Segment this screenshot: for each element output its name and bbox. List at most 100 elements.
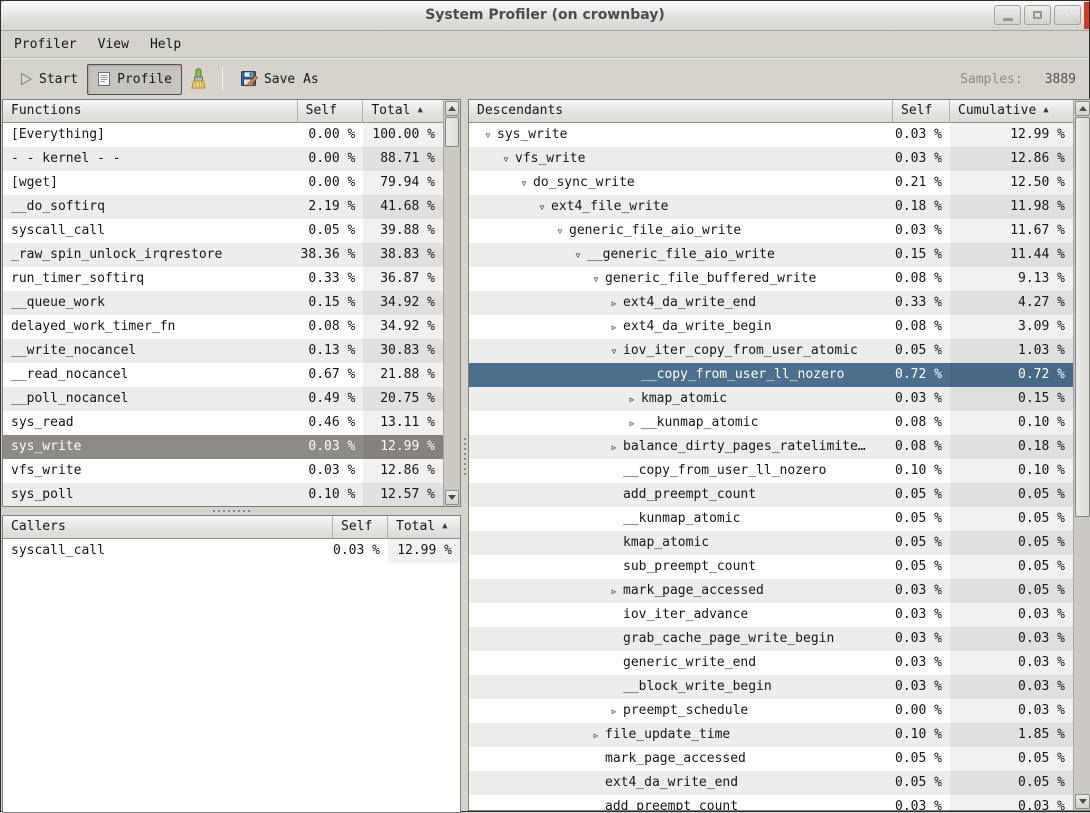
descendants-tree-row[interactable]: ▹mark_page_accessed0.03 %0.05 %	[469, 579, 1073, 603]
start-button[interactable]: Start	[10, 64, 87, 95]
descendants-tree-row[interactable]: kmap_atomic0.05 %0.05 %	[469, 531, 1073, 555]
expander-open-icon[interactable]: ▿	[515, 175, 533, 191]
descendants-tree-row[interactable]: generic_write_end0.03 %0.03 %	[469, 651, 1073, 675]
descendants-tree-row[interactable]: ▹ext4_da_write_begin0.08 %3.09 %	[469, 315, 1073, 339]
expander-collapsed-icon[interactable]: ▹	[605, 319, 623, 335]
expander-collapsed-icon[interactable]: ▹	[587, 727, 605, 743]
descendants-tree-row[interactable]: __kunmap_atomic0.05 %0.05 %	[469, 507, 1073, 531]
descendants-tree-row[interactable]: ▿generic_file_buffered_write0.08 %9.13 %	[469, 267, 1073, 291]
reset-brush-button[interactable]	[182, 64, 214, 95]
functions-table-row[interactable]: run_timer_softirq0.33 %36.87 %	[3, 267, 443, 291]
descendants-tree-row[interactable]: __copy_from_user_ll_nozero0.10 %0.10 %	[469, 459, 1073, 483]
minimize-button[interactable]	[994, 5, 1021, 25]
scroll-up-button[interactable]	[445, 101, 459, 116]
descendants-tree-row[interactable]: ▿sys_write0.03 %12.99 %	[469, 123, 1073, 147]
expander-open-icon[interactable]: ▿	[533, 199, 551, 215]
expander-collapsed-icon[interactable]: ▹	[605, 295, 623, 311]
descendant-name-cell: ▹file_update_time	[469, 723, 893, 747]
menu-profiler[interactable]: Profiler	[14, 37, 77, 52]
functions-table-row[interactable]: syscall_call0.05 %39.88 %	[3, 219, 443, 243]
toolbar-separator	[222, 67, 223, 91]
descendants-tree-row[interactable]: ▿generic_file_aio_write0.03 %11.67 %	[469, 219, 1073, 243]
functions-table-row[interactable]: __queue_work0.15 %34.92 %	[3, 291, 443, 315]
menu-view[interactable]: View	[98, 37, 129, 52]
menu-help[interactable]: Help	[150, 37, 181, 52]
functions-table-row[interactable]: vfs_write0.03 %12.86 %	[3, 459, 443, 483]
save-as-button[interactable]: Save As	[231, 64, 328, 95]
functions-vertical-scrollbar[interactable]	[443, 100, 460, 506]
descendants-tree-row[interactable]: ext4_da_write_end0.05 %0.05 %	[469, 771, 1073, 795]
scroll-up-button[interactable]	[1075, 101, 1090, 116]
functions-table-row[interactable]: sys_write0.03 %12.99 %	[3, 435, 443, 459]
expander-open-icon[interactable]: ▿	[587, 271, 605, 287]
function-name-label: ext4_da_write_end	[605, 775, 738, 790]
descendants-tree-row[interactable]: ▹preempt_schedule0.00 %0.03 %	[469, 699, 1073, 723]
function-name-label: mark_page_accessed	[605, 751, 746, 766]
expander-open-icon[interactable]: ▿	[551, 223, 569, 239]
descendants-tree-row[interactable]: ▿ext4_file_write0.18 %11.98 %	[469, 195, 1073, 219]
descendant-name-cell: ▹preempt_schedule	[469, 699, 893, 723]
descendants-tree-row[interactable]: ▹__kunmap_atomic0.08 %0.10 %	[469, 411, 1073, 435]
functions-column-header[interactable]: Functions	[3, 100, 298, 123]
descendants-tree-row[interactable]: ▿__generic_file_aio_write0.15 %11.44 %	[469, 243, 1073, 267]
descendants-tree-row[interactable]: add_preempt_count0.03 %0.03 %	[469, 795, 1073, 810]
callers-total-column-header[interactable]: Total▲	[388, 516, 460, 539]
callers-column-header[interactable]: Callers	[3, 516, 333, 539]
expander-open-icon[interactable]: ▿	[497, 151, 515, 167]
functions-total-column-header[interactable]: Total▲	[363, 100, 443, 123]
functions-table-row[interactable]: __write_nocancel0.13 %30.83 %	[3, 339, 443, 363]
expander-open-icon[interactable]: ▿	[569, 247, 587, 263]
horizontal-pane-splitter[interactable]	[2, 507, 461, 515]
descendants-tree-row[interactable]: __copy_from_user_ll_nozero0.72 %0.72 %	[469, 363, 1073, 387]
expander-open-icon[interactable]: ▿	[479, 127, 497, 143]
self-percent-cell: 0.08 %	[893, 267, 950, 291]
cumulative-percent-cell: 0.03 %	[950, 699, 1073, 723]
functions-table-row[interactable]: __read_nocancel0.67 %21.88 %	[3, 363, 443, 387]
titlebar[interactable]: System Profiler (on crownbay) ✕	[1, 1, 1089, 31]
descendants-tree-row[interactable]: mark_page_accessed0.05 %0.05 %	[469, 747, 1073, 771]
expander-collapsed-icon[interactable]: ▹	[623, 391, 641, 407]
functions-table-row[interactable]: [wget]0.00 %79.94 %	[3, 171, 443, 195]
functions-table-row[interactable]: sys_poll0.10 %12.57 %	[3, 483, 443, 506]
scroll-down-button[interactable]	[1075, 794, 1090, 809]
descendants-tree-row[interactable]: add_preempt_count0.05 %0.05 %	[469, 483, 1073, 507]
functions-table-row[interactable]: sys_read0.46 %13.11 %	[3, 411, 443, 435]
expander-collapsed-icon[interactable]: ▹	[623, 415, 641, 431]
descendants-vertical-scrollbar[interactable]	[1073, 100, 1090, 810]
self-percent-cell: 0.21 %	[893, 171, 950, 195]
descendants-self-column-header[interactable]: Self	[893, 100, 950, 123]
maximize-button[interactable]	[1024, 5, 1051, 25]
functions-table-row[interactable]: [Everything]0.00 %100.00 %	[3, 123, 443, 147]
callers-self-column-header[interactable]: Self	[333, 516, 388, 539]
descendants-cumulative-column-header[interactable]: Cumulative▲	[950, 100, 1073, 123]
descendants-tree-row[interactable]: ▿vfs_write0.03 %12.86 %	[469, 147, 1073, 171]
expander-open-icon[interactable]: ▿	[605, 343, 623, 359]
functions-table-row[interactable]: __do_softirq2.19 %41.68 %	[3, 195, 443, 219]
callers-table-row[interactable]: syscall_call0.03 %12.99 %	[3, 539, 460, 563]
descendants-tree-row[interactable]: iov_iter_advance0.03 %0.03 %	[469, 603, 1073, 627]
functions-table-row[interactable]: delayed_work_timer_fn0.08 %34.92 %	[3, 315, 443, 339]
scroll-down-button[interactable]	[445, 490, 459, 505]
scrollbar-thumb[interactable]	[445, 117, 459, 147]
functions-table-row[interactable]: _raw_spin_unlock_irqrestore38.36 %38.83 …	[3, 243, 443, 267]
descendants-tree-row[interactable]: ▹file_update_time0.10 %1.85 %	[469, 723, 1073, 747]
scrollbar-thumb[interactable]	[1075, 117, 1090, 517]
expander-collapsed-icon[interactable]: ▹	[605, 583, 623, 599]
descendants-tree-row[interactable]: __block_write_begin0.03 %0.03 %	[469, 675, 1073, 699]
descendants-tree-row[interactable]: ▹kmap_atomic0.03 %0.15 %	[469, 387, 1073, 411]
profile-toggle-button[interactable]: Profile	[87, 64, 182, 95]
descendants-tree-row[interactable]: ▿iov_iter_copy_from_user_atomic0.05 %1.0…	[469, 339, 1073, 363]
descendants-column-header[interactable]: Descendants	[469, 100, 893, 123]
descendants-tree-row[interactable]: sub_preempt_count0.05 %0.05 %	[469, 555, 1073, 579]
descendants-tree-row[interactable]: ▿do_sync_write0.21 %12.50 %	[469, 171, 1073, 195]
expander-collapsed-icon[interactable]: ▹	[605, 703, 623, 719]
descendant-name-cell: ▿__generic_file_aio_write	[469, 243, 893, 267]
descendants-tree-row[interactable]: ▹balance_dirty_pages_ratelimite…0.08 %0.…	[469, 435, 1073, 459]
functions-self-column-header[interactable]: Self	[298, 100, 364, 123]
close-button[interactable]: ✕	[1054, 5, 1081, 25]
functions-table-row[interactable]: __poll_nocancel0.49 %20.75 %	[3, 387, 443, 411]
expander-collapsed-icon[interactable]: ▹	[605, 439, 623, 455]
functions-table-row[interactable]: - - kernel - -0.00 %88.71 %	[3, 147, 443, 171]
descendants-tree-row[interactable]: ▹ext4_da_write_end0.33 %4.27 %	[469, 291, 1073, 315]
descendants-tree-row[interactable]: grab_cache_page_write_begin0.03 %0.03 %	[469, 627, 1073, 651]
